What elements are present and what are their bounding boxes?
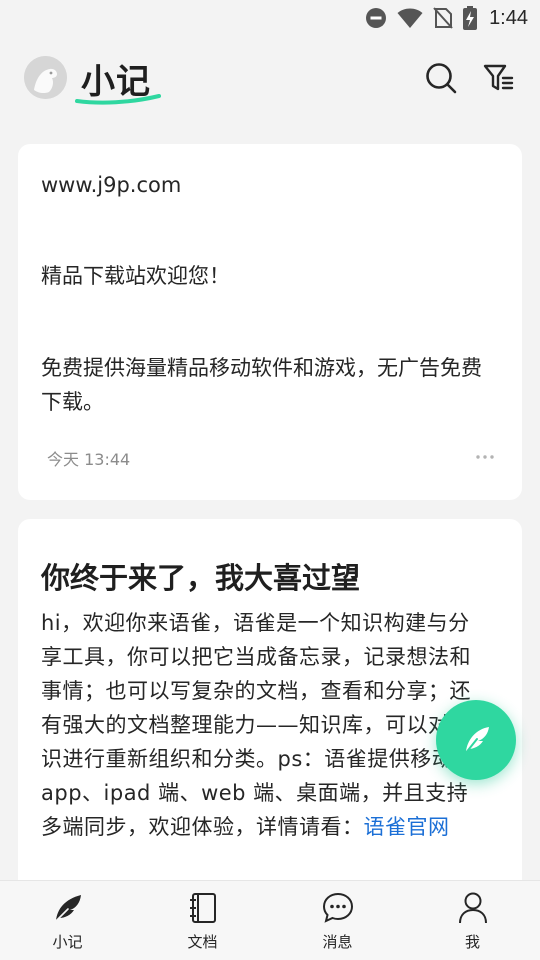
bottom-nav: 小记 文档 消息 我 — [0, 880, 540, 960]
status-bar: 1:44 — [0, 0, 540, 36]
notebook-icon — [189, 893, 216, 923]
new-note-fab[interactable] — [436, 700, 516, 780]
app-screen: 1:44 小记 www.j9p.com 精品下载站欢迎您！ 免费提供海量精品移动… — [0, 0, 540, 960]
note-line: 免费提供海量精品移动软件和游戏，无广告免费下载。 — [41, 356, 482, 414]
note-title: 你终于来了，我大喜过望 — [41, 561, 361, 595]
search-button[interactable] — [423, 60, 459, 96]
filter-button[interactable] — [482, 61, 516, 95]
nav-label: 文档 — [187, 933, 218, 951]
avatar[interactable] — [24, 56, 67, 99]
search-icon — [426, 63, 457, 94]
nav-item-docs[interactable]: 文档 — [135, 881, 270, 960]
nav-label: 消息 — [322, 933, 353, 951]
chat-bubble-icon — [322, 892, 353, 923]
note-body: hi，欢迎你来语雀，语雀是一个知识构建与分享工具，你可以把它当成备忘录，记录想法… — [41, 606, 486, 844]
note-timestamp: 今天 13:44 — [47, 450, 131, 469]
battery-charging-icon — [463, 6, 478, 30]
more-button[interactable] — [474, 446, 496, 468]
feather-pen-icon — [464, 727, 489, 755]
feather-icon — [52, 895, 81, 924]
avatar-bird-icon — [24, 56, 67, 99]
status-time: 1:44 — [489, 6, 528, 29]
nav-item-notes[interactable]: 小记 — [0, 881, 135, 960]
title-underline — [75, 94, 161, 105]
filter-icon — [483, 64, 514, 91]
nav-item-messages[interactable]: 消息 — [270, 881, 405, 960]
note-body-text: hi，欢迎你来语雀，语雀是一个知识构建与分享工具，你可以把它当成备忘录，记录想法… — [41, 611, 475, 839]
note-line: www.j9p.com — [41, 173, 182, 197]
status-icons: 1:44 — [365, 5, 528, 31]
note-line: 精品下载站欢迎您！ — [41, 264, 230, 288]
header: 小记 — [0, 36, 540, 126]
note-card[interactable]: 你终于来了，我大喜过望 hi，欢迎你来语雀，语雀是一个知识构建与分享工具，你可以… — [18, 519, 522, 899]
person-icon — [458, 892, 487, 924]
more-dots-icon — [476, 455, 494, 459]
nav-item-me[interactable]: 我 — [405, 881, 540, 960]
nav-label: 我 — [464, 933, 480, 951]
no-sim-icon — [433, 7, 453, 29]
note-card[interactable]: www.j9p.com 精品下载站欢迎您！ 免费提供海量精品移动软件和游戏，无广… — [18, 144, 522, 500]
nav-label: 小记 — [52, 933, 83, 951]
yuque-website-link[interactable]: 语雀官网 — [364, 815, 450, 839]
wifi-icon — [397, 8, 423, 28]
do-not-disturb-icon — [366, 8, 387, 28]
